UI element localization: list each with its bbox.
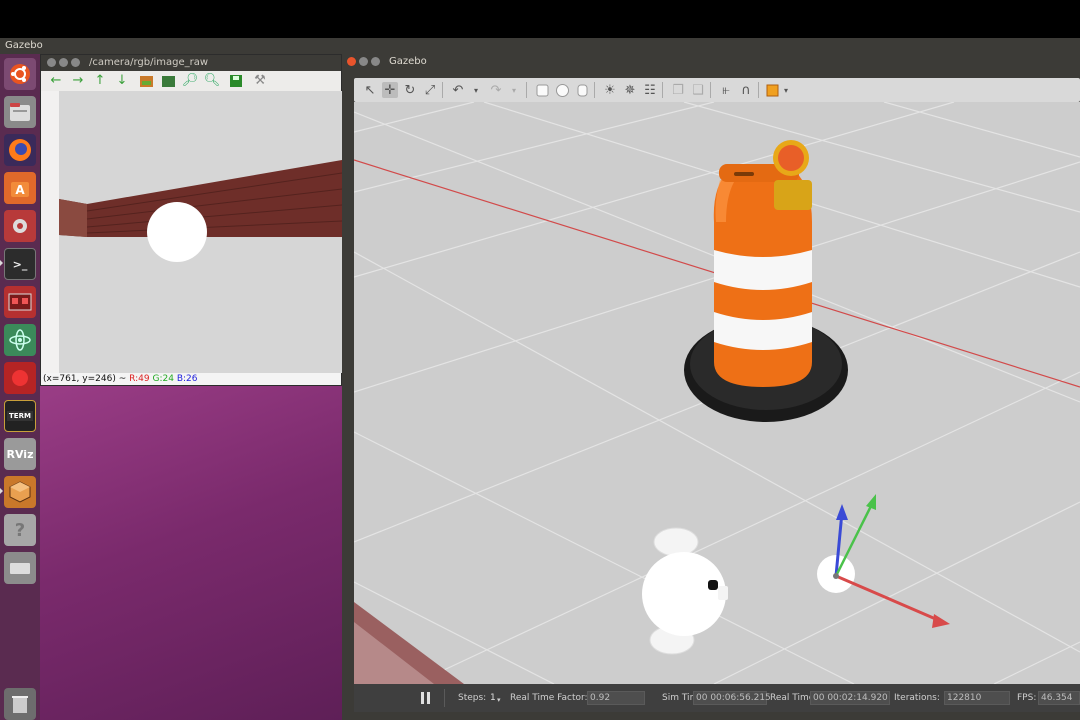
clear-icon[interactable]: ⚒ (253, 74, 267, 88)
atom-icon[interactable] (4, 324, 36, 356)
software-center-icon[interactable]: A (4, 172, 36, 204)
pixel-green: G:24 (152, 374, 174, 384)
iterations-label: Iterations: (894, 693, 940, 703)
translate-mode-icon[interactable]: ✛ (382, 82, 398, 98)
launcher: A >_ TERM RViz ? (0, 54, 40, 720)
term-label: TERM (7, 411, 33, 421)
terminal-icon[interactable]: >_ (4, 248, 36, 280)
steps-value[interactable]: 1 (490, 693, 496, 703)
arrow-up-icon[interactable]: ↑ (93, 74, 107, 88)
top-panel-title: Gazebo (0, 38, 1080, 54)
firefox-icon[interactable] (4, 134, 36, 166)
image-view-titlebar[interactable]: /camera/rgb/image_raw (41, 55, 341, 71)
pause-icon (421, 692, 424, 704)
real-time-value: 00 00:02:14.920 (810, 691, 890, 705)
files-icon[interactable] (4, 96, 36, 128)
rtf-label: Real Time Factor: (510, 693, 588, 703)
image-view-window: /camera/rgb/image_raw ← → ↑ ↓ 🔎︎ 🔍︎ ⚒ (x… (40, 54, 342, 386)
rotate-mode-icon[interactable]: ↻ (402, 82, 418, 98)
maximize-icon[interactable] (71, 58, 80, 67)
gazebo-status-bar: Steps: 1 ▾ Real Time Factor: 0.92 Sim Ti… (354, 684, 1080, 712)
desktop-background (40, 385, 350, 720)
arrow-right-icon[interactable]: → (71, 74, 85, 88)
undo-dropdown-icon[interactable]: ▾ (468, 82, 484, 98)
pixel-red: R:49 (129, 374, 150, 384)
spot-light-icon[interactable]: ✵ (622, 82, 638, 98)
directional-light-icon[interactable]: ☷ (642, 82, 658, 98)
zoom-out-icon[interactable]: 🔍︎ (204, 74, 221, 88)
steps-dropdown-icon[interactable]: ▾ (497, 696, 501, 704)
recorder-icon[interactable] (4, 362, 36, 394)
image-icon[interactable] (139, 74, 153, 88)
paste-icon[interactable]: ❑ (690, 82, 706, 98)
fit-icon[interactable] (161, 74, 175, 88)
undo-icon[interactable]: ↶ (450, 82, 466, 98)
zoom-in-icon[interactable]: 🔎︎ (182, 74, 199, 88)
iterations-value: 122810 (944, 691, 1010, 705)
sphere-shape-icon[interactable] (554, 82, 570, 98)
scale-mode-icon[interactable]: ⤢ (422, 82, 438, 98)
pixel-blue: B:26 (176, 374, 198, 384)
close-icon[interactable] (47, 58, 56, 67)
gazebo-window: Gazebo ↖ ✛ ↻ ⤢ ↶ ▾ ↷ ▾ ☀ ✵ ☷ ❐ ❑ ⫦ ∩ ▾ S… (342, 54, 1080, 720)
close-icon[interactable] (347, 57, 356, 66)
gazebo-toolbar: ↖ ✛ ↻ ⤢ ↶ ▾ ↷ ▾ ☀ ✵ ☷ ❐ ❑ ⫦ ∩ ▾ (354, 78, 1080, 102)
view-dropdown-icon[interactable]: ▾ (778, 82, 794, 98)
system-settings-icon[interactable] (4, 210, 36, 242)
usb-drive-icon[interactable] (4, 552, 36, 584)
running-indicator-icon (0, 260, 3, 266)
camera-image (59, 91, 342, 373)
redo-dropdown-icon[interactable]: ▾ (506, 82, 522, 98)
ubuntu-dash-icon[interactable] (4, 58, 36, 90)
cylinder-shape-icon[interactable] (574, 82, 590, 98)
remote-desktop-icon[interactable] (4, 286, 36, 318)
image-view-title: /camera/rgb/image_raw (89, 57, 209, 68)
image-status-bar: (x=761, y=246) ~ R:49 G:24 B:26 (41, 373, 341, 385)
fps-label: FPS: (1017, 693, 1037, 703)
arrow-down-icon[interactable]: ↓ (115, 74, 129, 88)
align-icon[interactable]: ⫦ (718, 82, 734, 98)
gazebo-titlebar[interactable]: Gazebo (342, 54, 1080, 70)
arrow-left-icon[interactable]: ← (49, 74, 63, 88)
maximize-icon[interactable] (371, 57, 380, 66)
fps-value: 46.354 (1038, 691, 1080, 705)
rviz-label: RViz (6, 447, 34, 461)
sim-time-value: 00 00:06:56.215 (693, 691, 771, 705)
svg-text:A: A (15, 183, 25, 197)
steps-label: Steps: (458, 693, 487, 703)
trash-icon[interactable] (4, 688, 36, 720)
rviz-icon[interactable]: RViz (4, 438, 36, 470)
select-mode-icon[interactable]: ↖ (362, 82, 378, 98)
point-light-icon[interactable]: ☀ (602, 82, 618, 98)
gazebo-icon[interactable] (4, 476, 36, 508)
running-indicator-icon (0, 488, 3, 494)
copy-icon[interactable]: ❐ (670, 82, 686, 98)
term-icon[interactable]: TERM (4, 400, 36, 432)
pixel-coords: (x=761, y=246) ~ (43, 374, 127, 384)
help-icon[interactable]: ? (4, 514, 36, 546)
rtf-value: 0.92 (587, 691, 645, 705)
minimize-icon[interactable] (359, 57, 368, 66)
gazebo-title: Gazebo (389, 56, 427, 67)
pause-button[interactable] (420, 691, 432, 705)
box-shape-icon[interactable] (534, 82, 550, 98)
save-icon[interactable] (229, 74, 243, 88)
image-view-toolbar: ← → ↑ ↓ 🔎︎ 🔍︎ ⚒ (41, 71, 341, 91)
redo-icon[interactable]: ↷ (488, 82, 504, 98)
screen: Gazebo A >_ TERM RViz ? /camera/rgb/imag… (0, 0, 1080, 720)
gazebo-3d-viewport[interactable] (354, 102, 1080, 684)
snap-icon[interactable]: ∩ (738, 82, 754, 98)
minimize-icon[interactable] (59, 58, 68, 67)
